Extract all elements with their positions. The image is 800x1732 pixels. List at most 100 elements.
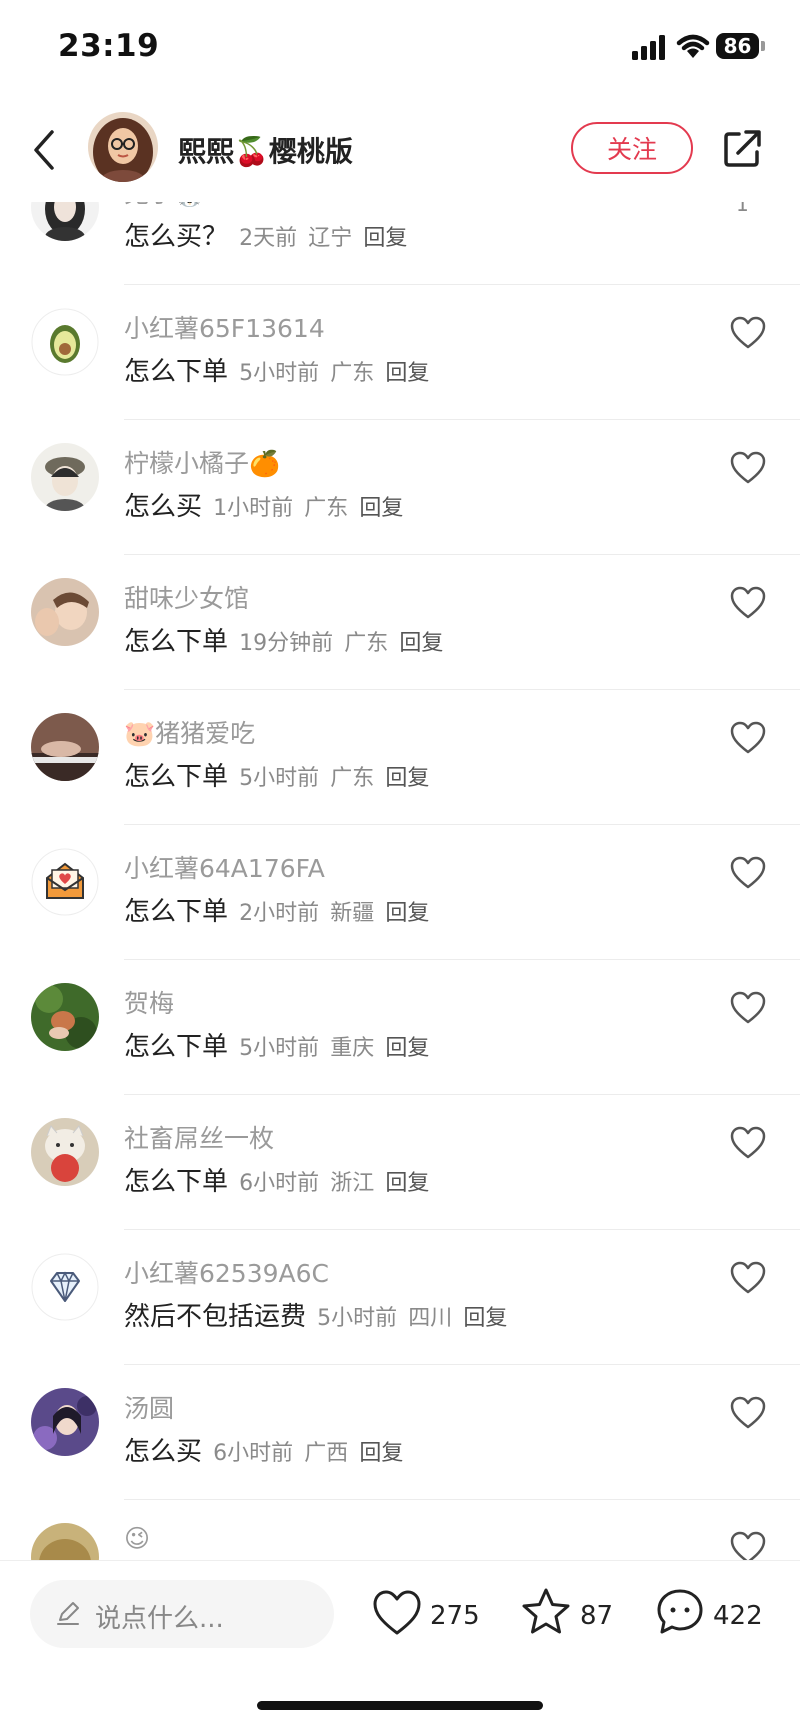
comment-count: 422 <box>713 1601 763 1631</box>
reply-button[interactable]: 回复 <box>359 1441 403 1466</box>
reply-button[interactable]: 回复 <box>385 766 429 791</box>
comment-list[interactable]: 兔子🐰 怎么买？ 2天前 辽宁 回复 1 小红薯65F13614 怎么下单 5小… <box>0 202 800 1560</box>
comment-item[interactable]: 🐷猪猪爱吃 怎么下单 5小时前 广东 回复 <box>0 690 800 825</box>
commenter-name[interactable]: 甜味少女馆 <box>124 579 249 615</box>
comment-item[interactable]: 小红薯64A176FA 怎么下单 2小时前 新疆 回复 <box>0 825 800 960</box>
favorite-button[interactable]: 87 <box>520 1588 620 1641</box>
comment-text: 怎么下单 <box>124 627 229 657</box>
comment-text: 怎么下单 <box>124 897 229 927</box>
back-icon[interactable] <box>30 128 60 172</box>
like-count: 1 <box>736 202 749 216</box>
heart-icon[interactable] <box>730 316 766 350</box>
commenter-avatar[interactable] <box>31 1253 99 1321</box>
comment-location: 辽宁 <box>308 226 353 251</box>
battery-indicator: 86 <box>716 33 759 59</box>
comment-button[interactable]: 422 <box>655 1589 775 1641</box>
comment-icon <box>657 1589 703 1634</box>
reply-button[interactable]: 回复 <box>385 1171 429 1196</box>
heart-icon[interactable] <box>730 991 766 1025</box>
reply-button[interactable]: 回复 <box>385 1036 429 1061</box>
heart-icon[interactable] <box>730 451 766 485</box>
comment-item[interactable]: 😉 <box>0 1500 800 1560</box>
comment-location: 广东 <box>344 631 389 656</box>
like-button[interactable]: 275 <box>372 1589 482 1641</box>
comment-text: 怎么下单 <box>124 762 229 792</box>
comment-text: 然后不包括运费 <box>124 1302 307 1332</box>
comment-time: 2天前 <box>239 226 298 251</box>
commenter-name[interactable]: 柠檬小橘子🍊 <box>124 444 280 480</box>
commenter-avatar[interactable] <box>31 578 99 646</box>
comment-location: 四川 <box>408 1306 453 1331</box>
commenter-avatar[interactable] <box>31 202 99 241</box>
commenter-name[interactable]: 汤圆 <box>124 1389 174 1425</box>
author-avatar[interactable] <box>88 112 158 182</box>
heart-icon[interactable] <box>730 856 766 890</box>
reply-button[interactable]: 回复 <box>385 901 429 926</box>
commenter-avatar[interactable] <box>31 443 99 511</box>
commenter-avatar[interactable] <box>31 1118 99 1186</box>
comment-location: 浙江 <box>330 1171 375 1196</box>
heart-icon[interactable] <box>730 1261 766 1295</box>
heart-icon[interactable] <box>730 586 766 620</box>
commenter-name[interactable]: 小红薯62539A6C <box>124 1254 329 1290</box>
heart-icon[interactable] <box>730 1396 766 1430</box>
comment-time: 5小时前 <box>239 1036 320 1061</box>
commenter-name[interactable]: 小红薯65F13614 <box>124 309 325 345</box>
comment-item[interactable]: 柠檬小橘子🍊 怎么买 1小时前 广东 回复 <box>0 420 800 555</box>
battery-tip <box>761 41 765 51</box>
commenter-name[interactable]: 社畜屌丝一枚 <box>124 1119 274 1155</box>
reply-button[interactable]: 回复 <box>359 496 403 521</box>
comment-input-placeholder: 说点什么... <box>95 1604 224 1634</box>
heart-icon[interactable] <box>730 721 766 755</box>
heart-icon[interactable] <box>730 1531 766 1560</box>
commenter-avatar[interactable] <box>31 983 99 1051</box>
comment-item[interactable]: 汤圆 怎么买 6小时前 广西 回复 <box>0 1365 800 1500</box>
comment-time: 6小时前 <box>239 1171 320 1196</box>
comment-item[interactable]: 小红薯65F13614 怎么下单 5小时前 广东 回复 <box>0 285 800 420</box>
reply-button[interactable]: 回复 <box>399 631 443 656</box>
comment-location: 广东 <box>330 766 375 791</box>
comment-item[interactable]: 社畜屌丝一枚 怎么下单 6小时前 浙江 回复 <box>0 1095 800 1230</box>
star-icon <box>522 1588 570 1634</box>
heart-icon[interactable] <box>730 1126 766 1160</box>
commenter-name[interactable]: 兔子🐰 <box>124 202 205 210</box>
comment-location: 新疆 <box>330 901 375 926</box>
author-name[interactable]: 熙熙🍒樱桃版 <box>178 130 353 170</box>
comment-item[interactable]: 甜味少女馆 怎么下单 19分钟前 广东 回复 <box>0 555 800 690</box>
comment-location: 广东 <box>330 361 375 386</box>
comment-time: 19分钟前 <box>239 631 334 656</box>
reply-button[interactable]: 回复 <box>363 226 407 251</box>
commenter-name[interactable]: 小红薯64A176FA <box>124 849 325 885</box>
pen-icon <box>57 1602 79 1625</box>
heart-icon <box>373 1590 421 1635</box>
reply-button[interactable]: 回复 <box>385 361 429 386</box>
comment-time: 1小时前 <box>213 496 294 521</box>
status-time: 23:19 <box>58 28 160 64</box>
comment-text: 怎么买？ <box>124 222 229 252</box>
commenter-avatar[interactable] <box>31 1388 99 1456</box>
commenter-avatar[interactable] <box>31 848 99 916</box>
like-count: 275 <box>430 1601 480 1631</box>
comment-location: 广西 <box>304 1441 349 1466</box>
comment-text: 怎么下单 <box>124 357 229 387</box>
commenter-name[interactable]: 🐷猪猪爱吃 <box>124 714 255 750</box>
share-icon[interactable] <box>721 128 763 170</box>
commenter-avatar[interactable] <box>31 308 99 376</box>
comment-item[interactable]: 贺梅 怎么下单 5小时前 重庆 回复 <box>0 960 800 1095</box>
comment-time: 6小时前 <box>213 1441 294 1466</box>
comment-text: 怎么买 <box>124 492 203 522</box>
commenter-avatar[interactable] <box>31 713 99 781</box>
commenter-name[interactable]: 贺梅 <box>124 984 174 1020</box>
follow-button[interactable]: 关注 <box>571 122 693 174</box>
comment-item[interactable]: 小红薯62539A6C 然后不包括运费 5小时前 四川 回复 <box>0 1230 800 1365</box>
commenter-avatar[interactable] <box>31 1523 99 1560</box>
favorite-count: 87 <box>580 1601 614 1631</box>
home-indicator[interactable] <box>257 1701 543 1710</box>
comment-input[interactable]: 说点什么... <box>30 1580 334 1648</box>
wifi-icon <box>676 34 710 58</box>
comment-time: 5小时前 <box>239 766 320 791</box>
commenter-name[interactable]: 😉 <box>124 1524 150 1553</box>
bottom-action-bar: 说点什么... 275 87 422 <box>0 1560 800 1732</box>
reply-button[interactable]: 回复 <box>463 1306 507 1331</box>
comment-item[interactable]: 兔子🐰 怎么买？ 2天前 辽宁 回复 1 <box>0 202 800 285</box>
